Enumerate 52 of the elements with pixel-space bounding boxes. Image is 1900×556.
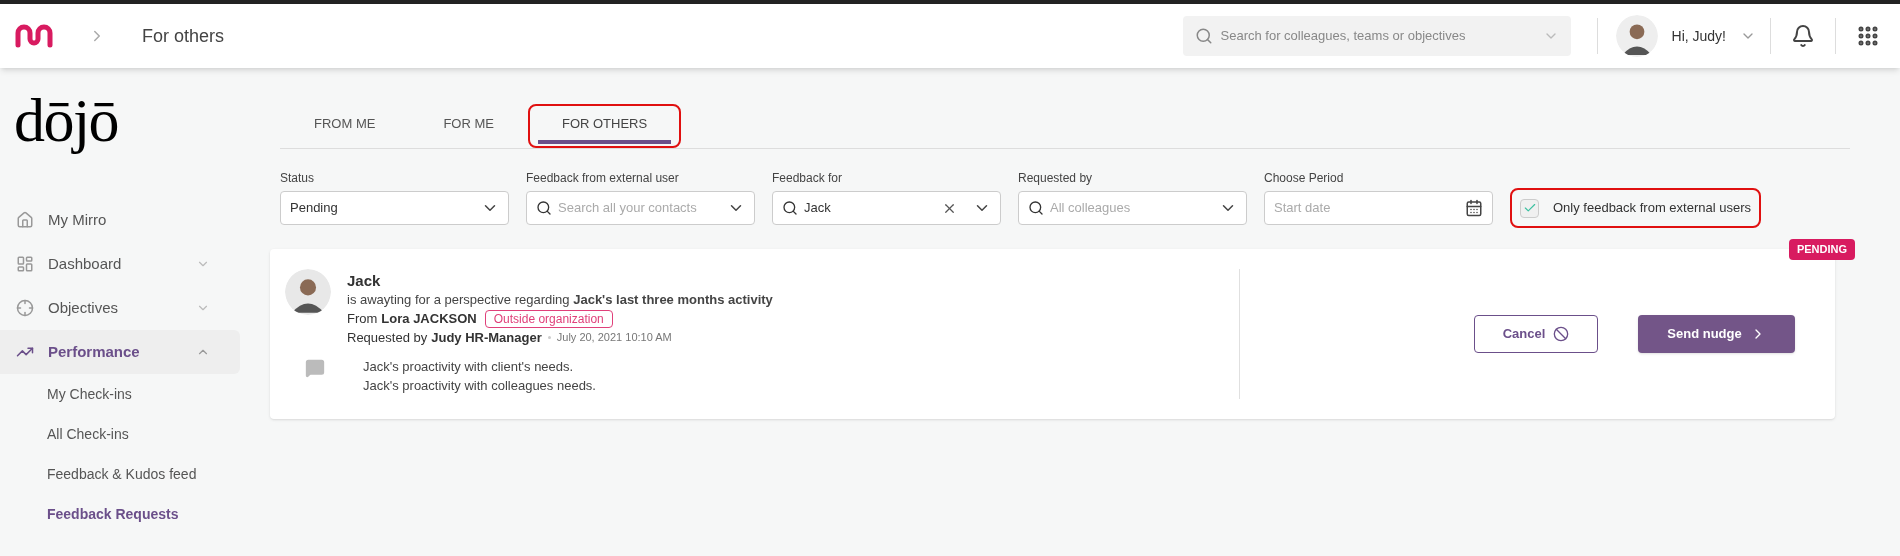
crosshair-icon xyxy=(16,299,34,317)
checkbox-label: Only feedback from external users xyxy=(1553,199,1751,218)
tab[interactable]: FOR OTHERS xyxy=(537,108,672,144)
avatar xyxy=(285,269,331,315)
apps-icon[interactable] xyxy=(1856,24,1880,48)
nav-subitem[interactable]: My Check-ins xyxy=(0,374,245,414)
tab[interactable]: FROM ME xyxy=(290,108,400,144)
question: Jack's proactivity with client's needs. xyxy=(363,358,575,376)
logo-icon[interactable] xyxy=(14,23,54,49)
status-select[interactable]: Pending xyxy=(280,191,509,225)
nav-subitem[interactable]: All Check-ins xyxy=(0,414,245,454)
search-field[interactable]: Jack xyxy=(772,191,1001,225)
tag: Outside organization xyxy=(484,309,613,328)
filter-label: Status xyxy=(280,170,316,187)
from-label: From xyxy=(347,310,378,328)
calendar-icon[interactable] xyxy=(1465,199,1483,217)
notifications-icon[interactable] xyxy=(1791,24,1815,48)
nav-item[interactable]: My Mirro xyxy=(0,198,240,242)
request-text: is awayting for a perspective regarding Jack's last three months activity xyxy=(347,291,773,309)
nav-item[interactable]: Dashboard xyxy=(0,242,240,286)
tab[interactable]: FOR ME xyxy=(419,108,518,144)
check-icon xyxy=(1522,201,1537,215)
page-title: For others xyxy=(142,24,225,48)
from-name: Lora JACKSON xyxy=(381,310,477,328)
send-nudge-button[interactable]: Send nudge xyxy=(1638,315,1795,353)
filter-label: Feedback for xyxy=(772,170,844,187)
search-icon xyxy=(782,200,798,216)
question: Jack's proactivity with colleagues needs. xyxy=(363,377,596,395)
search-icon xyxy=(536,200,552,216)
home-icon xyxy=(16,211,34,229)
search-icon xyxy=(1194,27,1213,45)
person-name: Jack xyxy=(347,271,382,290)
cancel-icon xyxy=(1553,326,1570,342)
comment-icon xyxy=(305,358,325,378)
requester-name: Judy HR-Manager xyxy=(431,329,542,347)
greeting: Hi, Judy! xyxy=(1671,26,1726,46)
dashboard-icon xyxy=(16,255,34,273)
cancel-button[interactable]: Cancel xyxy=(1474,315,1598,353)
nav-item[interactable]: Performance xyxy=(0,330,240,374)
status-badge: PENDING xyxy=(1788,239,1855,260)
filter-label: Feedback from external user xyxy=(526,170,680,187)
nav-subitem[interactable]: Feedback & Kudos feed xyxy=(0,454,245,494)
search-icon xyxy=(1028,200,1044,216)
nav-item[interactable]: Objectives xyxy=(0,286,240,330)
checkbox[interactable] xyxy=(1520,198,1539,218)
logo: dōjō xyxy=(14,85,120,156)
avatar xyxy=(1615,15,1658,57)
filter-label: Requested by xyxy=(1018,170,1094,187)
request-date: July 20, 2021 10:10 AM xyxy=(556,330,672,345)
requested-label: Requested by xyxy=(347,329,428,347)
filter-label: Choose Period xyxy=(1264,170,1345,187)
nav-subitem[interactable]: Feedback Requests xyxy=(0,494,245,534)
